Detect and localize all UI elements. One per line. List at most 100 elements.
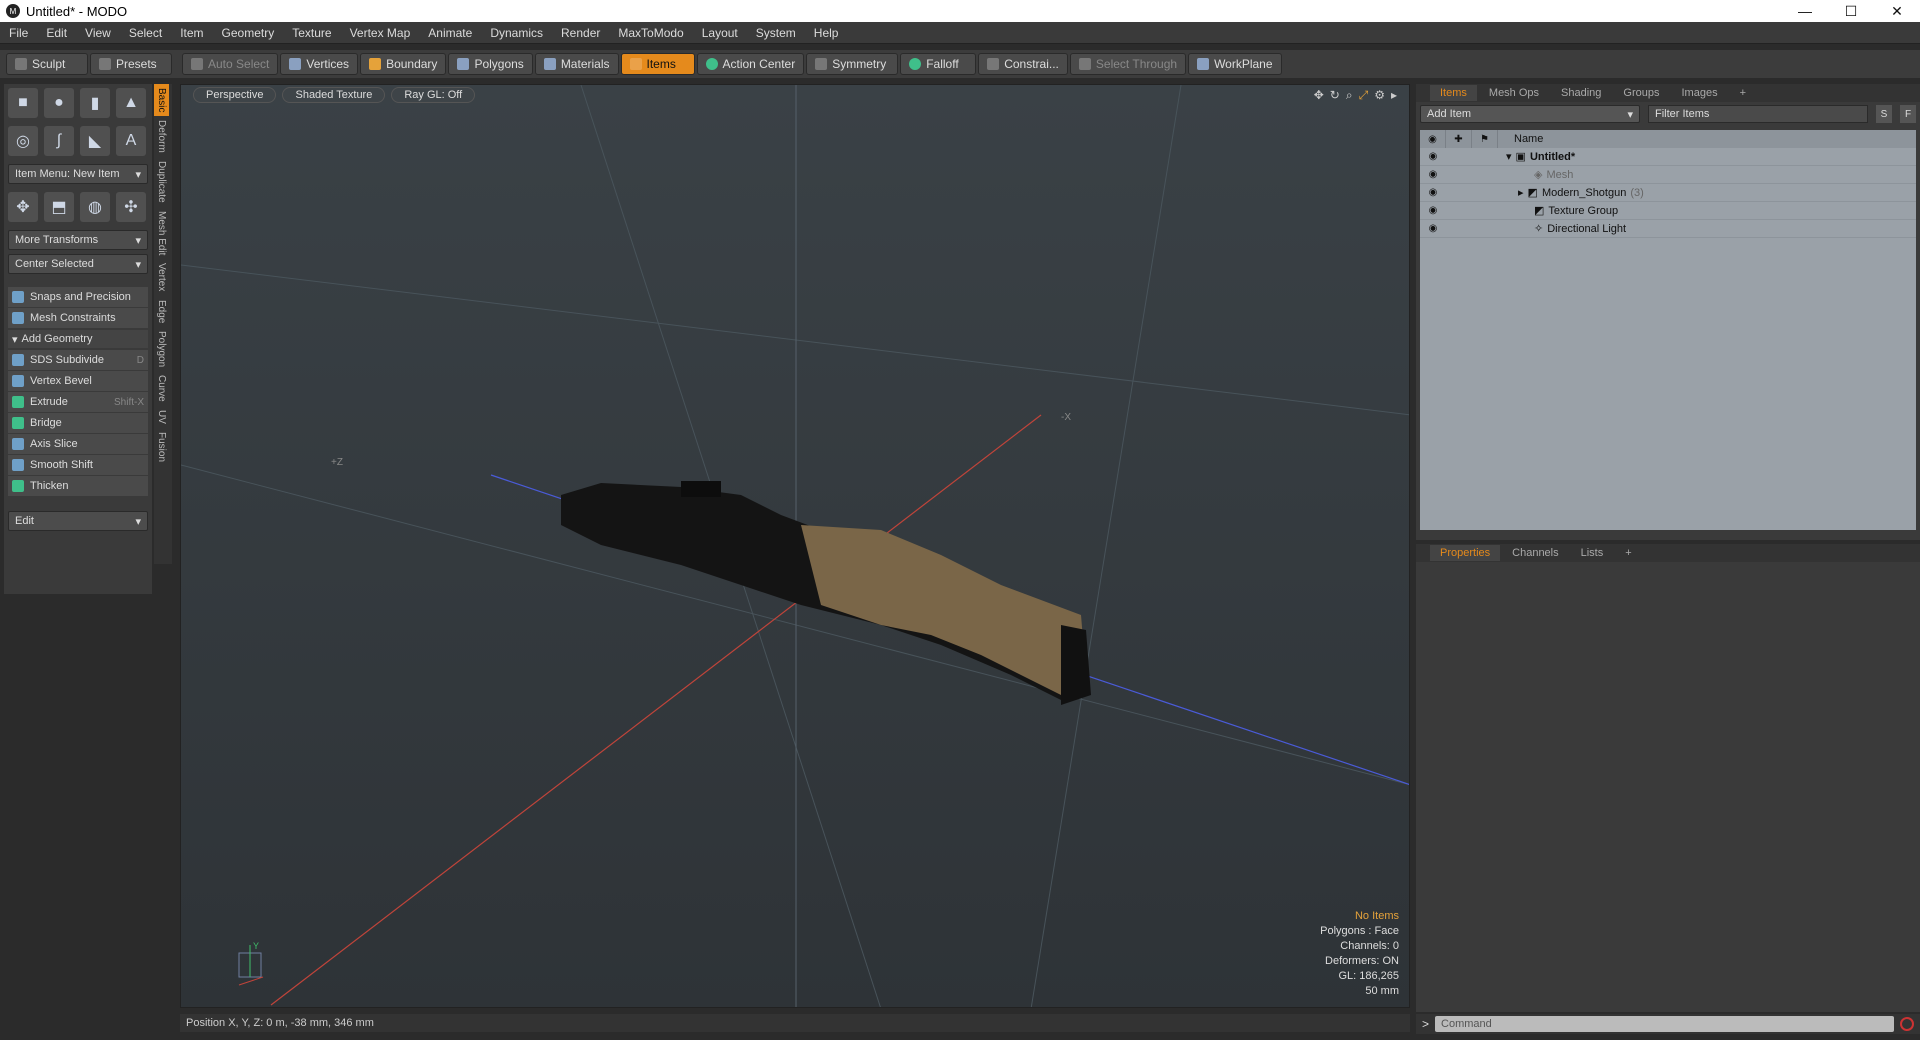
vtab-edge[interactable]: Edge bbox=[154, 296, 169, 327]
filter-s-button[interactable]: S bbox=[1876, 105, 1892, 123]
vtab-vertex[interactable]: Vertex bbox=[154, 259, 169, 295]
sculpt-button[interactable]: Sculpt bbox=[6, 53, 88, 75]
vertices-button[interactable]: Vertices bbox=[280, 53, 359, 75]
shading-mode-button[interactable]: Shaded Texture bbox=[282, 87, 386, 103]
items-mode-button[interactable]: Items bbox=[620, 53, 695, 75]
symmetry-button[interactable]: Symmetry bbox=[806, 53, 899, 75]
thicken-button[interactable]: Thicken bbox=[8, 476, 148, 496]
falloff-button[interactable]: Falloff bbox=[900, 53, 977, 75]
view-perspective-button[interactable]: Perspective bbox=[193, 87, 277, 103]
shotgun-model[interactable] bbox=[561, 481, 1091, 705]
menu-maxtomodo[interactable]: MaxToModo bbox=[609, 26, 692, 40]
menu-view[interactable]: View bbox=[76, 26, 120, 40]
workplane-button[interactable]: WorkPlane bbox=[1188, 53, 1282, 75]
menu-vertex-map[interactable]: Vertex Map bbox=[341, 26, 420, 40]
tab-items[interactable]: Items bbox=[1430, 85, 1477, 101]
zoom-icon[interactable]: ⌕ bbox=[1346, 88, 1353, 103]
torus-icon[interactable]: ◎ bbox=[8, 126, 38, 156]
mesh-constraints-button[interactable]: Mesh Constraints bbox=[8, 308, 148, 328]
tree-row-shotgun[interactable]: ◉ ▸ ◩ Modern_Shotgun (3) bbox=[1420, 184, 1916, 202]
item-menu-dropdown[interactable]: Item Menu: New Item ▾ bbox=[8, 164, 148, 184]
expand-triangle-icon[interactable]: ▸ bbox=[1518, 186, 1524, 199]
filter-items-input[interactable]: Filter Items bbox=[1648, 105, 1868, 123]
name-column-header[interactable]: Name bbox=[1498, 133, 1543, 145]
vtab-curve[interactable]: Curve bbox=[154, 371, 169, 406]
add-tab-button[interactable]: + bbox=[1730, 85, 1756, 101]
maximize-button[interactable]: ☐ bbox=[1828, 0, 1874, 22]
edit-dropdown[interactable]: Edit ▾ bbox=[8, 511, 148, 531]
cube-icon[interactable]: ■ bbox=[8, 88, 38, 118]
presets-button[interactable]: Presets bbox=[90, 53, 172, 75]
eye-icon[interactable]: ◉ bbox=[1420, 169, 1446, 180]
expand-triangle-icon[interactable]: ▾ bbox=[1506, 150, 1512, 163]
vtab-basic[interactable]: Basic bbox=[154, 84, 169, 117]
eye-icon[interactable]: ◉ bbox=[1420, 223, 1446, 234]
expand-arrow-icon[interactable]: ▸ bbox=[1391, 88, 1397, 103]
close-button[interactable]: ✕ bbox=[1874, 0, 1920, 22]
menu-animate[interactable]: Animate bbox=[419, 26, 481, 40]
center-selected-dropdown[interactable]: Center Selected ▾ bbox=[8, 254, 148, 274]
select-through-button[interactable]: Select Through bbox=[1069, 53, 1187, 75]
menu-system[interactable]: System bbox=[747, 26, 805, 40]
transform-icon[interactable]: ✥ bbox=[8, 192, 38, 222]
menu-layout[interactable]: Layout bbox=[693, 26, 747, 40]
tab-properties[interactable]: Properties bbox=[1430, 545, 1501, 561]
vtab-fusion[interactable]: Fusion bbox=[154, 428, 169, 466]
menu-dynamics[interactable]: Dynamics bbox=[481, 26, 552, 40]
extrude-button[interactable]: Extrude Shift-X bbox=[8, 392, 148, 412]
gear-icon[interactable]: ⚙ bbox=[1374, 88, 1385, 103]
menu-render[interactable]: Render bbox=[552, 26, 609, 40]
eye-icon[interactable]: ◉ bbox=[1420, 151, 1446, 162]
sds-subdivide-button[interactable]: SDS Subdivide D bbox=[8, 350, 148, 370]
command-input[interactable]: Command bbox=[1435, 1016, 1894, 1032]
add-tab-button[interactable]: + bbox=[1615, 545, 1641, 561]
rotate-icon[interactable]: ◍ bbox=[80, 192, 110, 222]
menu-select[interactable]: Select bbox=[120, 26, 171, 40]
visibility-col-icon[interactable]: ◉ bbox=[1420, 130, 1446, 148]
bridge-button[interactable]: Bridge bbox=[8, 413, 148, 433]
more-transforms-dropdown[interactable]: More Transforms ▾ bbox=[8, 230, 148, 250]
move-icon[interactable]: ⬒ bbox=[44, 192, 74, 222]
cylinder-icon[interactable]: ▮ bbox=[80, 88, 110, 118]
menu-edit[interactable]: Edit bbox=[37, 26, 76, 40]
constraint-button[interactable]: Constrai... bbox=[978, 53, 1068, 75]
tab-groups[interactable]: Groups bbox=[1613, 85, 1669, 101]
menu-geometry[interactable]: Geometry bbox=[213, 26, 284, 40]
raygl-button[interactable]: Ray GL: Off bbox=[391, 87, 476, 103]
fit-icon[interactable]: ⤢ bbox=[1359, 88, 1369, 103]
menu-file[interactable]: File bbox=[0, 26, 37, 40]
vtab-uv[interactable]: UV bbox=[154, 406, 169, 428]
pen-icon[interactable]: ◣ bbox=[80, 126, 110, 156]
tree-row-texture-group[interactable]: ◉ ◩ Texture Group bbox=[1420, 202, 1916, 220]
scale-icon[interactable]: ✣ bbox=[116, 192, 146, 222]
snaps-precision-button[interactable]: Snaps and Precision bbox=[8, 287, 148, 307]
axis-slice-button[interactable]: Axis Slice bbox=[8, 434, 148, 454]
materials-button[interactable]: Materials bbox=[534, 53, 619, 75]
add-geometry-section[interactable]: ▾ Add Geometry bbox=[8, 330, 148, 348]
filter-f-button[interactable]: F bbox=[1900, 105, 1916, 123]
tree-row-light[interactable]: ◉ ✧ Directional Light bbox=[1420, 220, 1916, 238]
vtab-polygon[interactable]: Polygon bbox=[154, 327, 169, 371]
tab-images[interactable]: Images bbox=[1672, 85, 1728, 101]
menu-item[interactable]: Item bbox=[171, 26, 212, 40]
sphere-icon[interactable]: ● bbox=[44, 88, 74, 118]
tree-row-scene[interactable]: ◉ ▾ ▣ Untitled* bbox=[1420, 148, 1916, 166]
orbit-icon[interactable]: ↻ bbox=[1330, 88, 1340, 103]
pan-icon[interactable]: ✥ bbox=[1314, 88, 1324, 103]
tab-mesh-ops[interactable]: Mesh Ops bbox=[1479, 85, 1549, 101]
menu-help[interactable]: Help bbox=[805, 26, 848, 40]
tab-shading[interactable]: Shading bbox=[1551, 85, 1611, 101]
tab-lists[interactable]: Lists bbox=[1571, 545, 1614, 561]
vtab-mesh-edit[interactable]: Mesh Edit bbox=[154, 207, 169, 259]
minimize-button[interactable]: — bbox=[1782, 0, 1828, 22]
menu-texture[interactable]: Texture bbox=[283, 26, 340, 40]
tree-row-mesh[interactable]: ◉ ◈ Mesh bbox=[1420, 166, 1916, 184]
tab-channels[interactable]: Channels bbox=[1502, 545, 1568, 561]
record-icon[interactable] bbox=[1900, 1017, 1914, 1031]
action-center-button[interactable]: Action Center bbox=[696, 53, 805, 75]
text-icon[interactable]: A bbox=[116, 126, 146, 156]
add-item-dropdown[interactable]: Add Item ▾ bbox=[1420, 105, 1640, 123]
vtab-deform[interactable]: Deform bbox=[154, 116, 169, 157]
lock-col-icon[interactable]: ✚ bbox=[1446, 130, 1472, 148]
select-col-icon[interactable]: ⚑ bbox=[1472, 130, 1498, 148]
